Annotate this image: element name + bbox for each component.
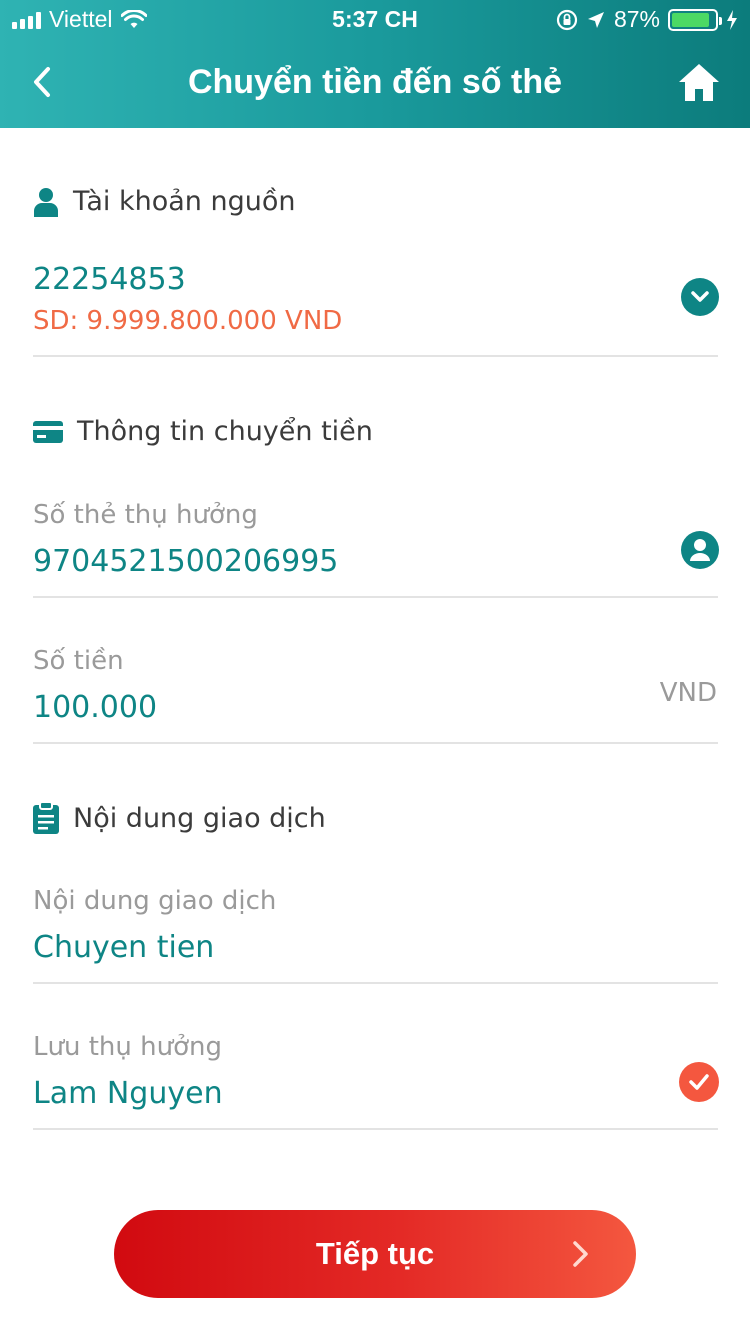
continue-label: Tiếp tục (315, 1236, 435, 1271)
divider (33, 596, 718, 598)
source-account-label: Tài khoản nguồn (73, 186, 296, 217)
chevron-down-icon[interactable] (681, 278, 719, 316)
status-bar-right: 87% (556, 6, 738, 33)
page-title: Chuyển tiền đến số thẻ (187, 63, 563, 101)
transaction-content-section-header: Nội dung giao dịch (33, 802, 326, 834)
content-field[interactable]: Nội dung giao dịch Chuyen tien (0, 876, 750, 982)
content-value: Chuyen tien (33, 930, 215, 965)
continue-button[interactable]: Tiếp tục (114, 1210, 636, 1298)
divider (33, 355, 718, 357)
clipboard-icon (33, 802, 59, 834)
currency-label: VND (659, 678, 717, 708)
contact-icon[interactable] (681, 531, 719, 569)
transfer-info-section-header: Thông tin chuyển tiền (33, 416, 373, 447)
card-number-field[interactable]: Số thẻ thụ hưởng 9704521500206995 (0, 490, 750, 596)
rotation-lock-icon (556, 9, 578, 30)
divider (33, 982, 718, 984)
save-beneficiary-field[interactable]: Lưu thụ hưởng Lam Nguyen (0, 1022, 750, 1128)
source-account-selector[interactable]: 22254853 SD: 9.999.800.000 VND (0, 250, 750, 356)
card-number-value: 9704521500206995 (33, 544, 339, 579)
chevron-left-icon (34, 67, 50, 97)
charging-icon (727, 9, 737, 30)
battery-percent: 87% (613, 6, 660, 32)
transaction-content-label: Nội dung giao dịch (73, 802, 326, 834)
app-header: Viettel 5:37 CH 87% Chuyển tiền đến số t… (0, 0, 750, 128)
source-account-section-header: Tài khoản nguồn (33, 186, 295, 217)
status-bar: Viettel 5:37 CH 87% (0, 0, 750, 40)
content-label: Nội dung giao dịch (33, 886, 277, 916)
battery-level (672, 12, 709, 27)
checkmark-icon[interactable] (679, 1062, 719, 1102)
save-beneficiary-value: Lam Nguyen (33, 1076, 223, 1111)
back-button[interactable] (18, 58, 66, 106)
amount-field[interactable]: Số tiền 100.000 VND (0, 636, 750, 742)
divider (33, 742, 718, 744)
battery-icon (668, 8, 722, 31)
card-number-label: Số thẻ thụ hưởng (33, 500, 258, 530)
divider (33, 1128, 718, 1130)
transfer-info-label: Thông tin chuyển tiền (77, 416, 373, 447)
account-number: 22254853 (33, 262, 186, 297)
home-icon[interactable] (676, 60, 722, 106)
amount-value: 100.000 (33, 690, 158, 725)
card-icon (33, 420, 63, 443)
chevron-right-icon (573, 1241, 588, 1267)
person-icon (34, 187, 58, 217)
account-balance: SD: 9.999.800.000 VND (33, 306, 343, 336)
amount-label: Số tiền (33, 646, 124, 676)
location-icon (587, 11, 604, 28)
save-beneficiary-label: Lưu thụ hưởng (33, 1032, 222, 1062)
